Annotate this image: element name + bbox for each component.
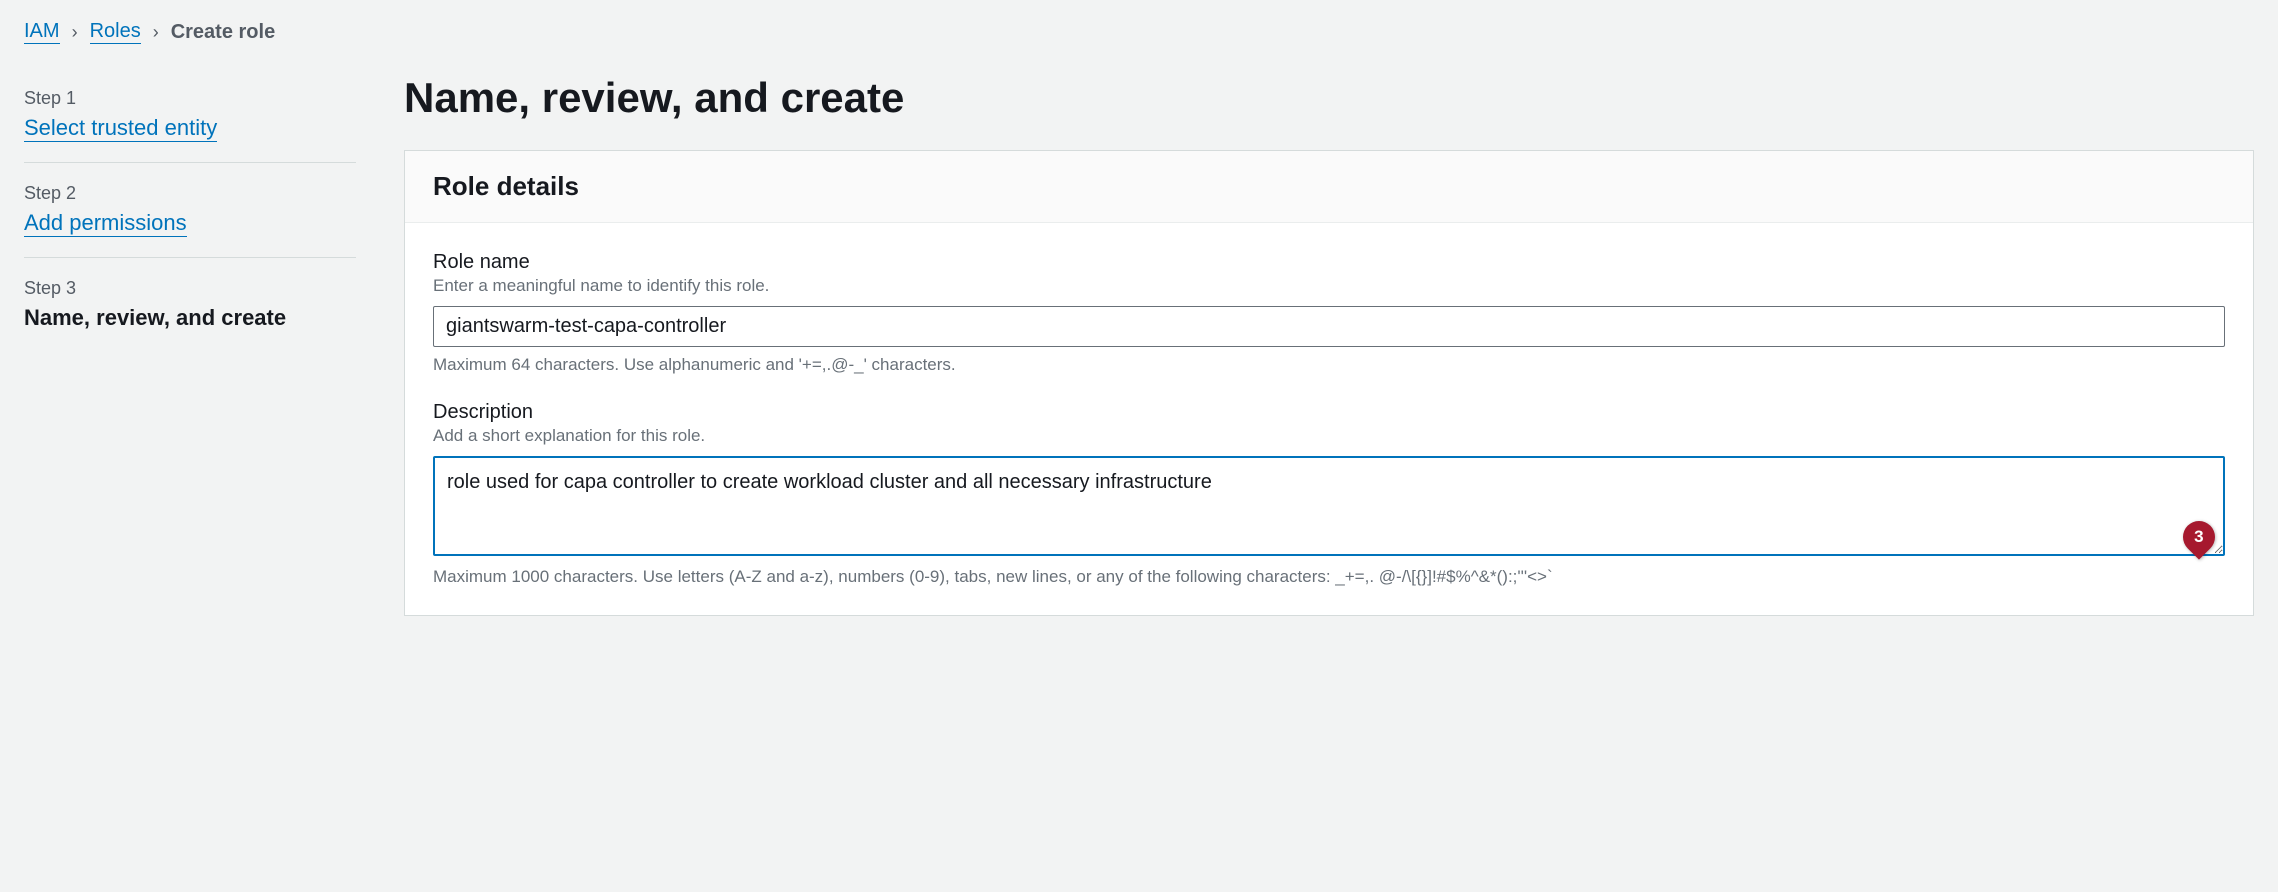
chevron-right-icon: › <box>153 22 159 43</box>
description-textarea[interactable] <box>433 456 2225 556</box>
breadcrumb-roles[interactable]: Roles <box>90 20 141 44</box>
page-title: Name, review, and create <box>404 74 2254 122</box>
step-number-label: Step 2 <box>24 183 356 204</box>
spellcheck-badge-count: 3 <box>2194 527 2203 547</box>
wizard-steps-sidebar: Step 1 Select trusted entity Step 2 Add … <box>0 64 380 640</box>
wizard-step-1: Step 1 Select trusted entity <box>24 74 356 156</box>
role-name-field: Role name Enter a meaningful name to ide… <box>433 251 2225 375</box>
role-name-help: Maximum 64 characters. Use alphanumeric … <box>433 355 2225 375</box>
role-name-hint: Enter a meaningful name to identify this… <box>433 276 2225 296</box>
step-link-trusted-entity[interactable]: Select trusted entity <box>24 115 217 142</box>
breadcrumb-iam[interactable]: IAM <box>24 20 60 44</box>
description-field: Description Add a short explanation for … <box>433 401 2225 587</box>
step-current-name-review: Name, review, and create <box>24 305 356 331</box>
step-number-label: Step 3 <box>24 278 356 299</box>
step-link-add-permissions[interactable]: Add permissions <box>24 210 187 237</box>
description-help: Maximum 1000 characters. Use letters (A-… <box>433 567 2225 587</box>
wizard-step-2: Step 2 Add permissions <box>24 162 356 251</box>
breadcrumb: IAM › Roles › Create role <box>0 0 2278 64</box>
wizard-step-3: Step 3 Name, review, and create <box>24 257 356 345</box>
step-number-label: Step 1 <box>24 88 356 109</box>
panel-title: Role details <box>433 171 2225 202</box>
breadcrumb-current: Create role <box>171 21 276 44</box>
role-name-label: Role name <box>433 251 2225 274</box>
panel-header: Role details <box>405 151 2253 223</box>
role-details-panel: Role details Role name Enter a meaningfu… <box>404 150 2254 616</box>
chevron-right-icon: › <box>72 22 78 43</box>
description-hint: Add a short explanation for this role. <box>433 426 2225 446</box>
main-content: Name, review, and create Role details Ro… <box>380 64 2278 640</box>
description-label: Description <box>433 401 2225 424</box>
role-name-input[interactable] <box>433 306 2225 347</box>
